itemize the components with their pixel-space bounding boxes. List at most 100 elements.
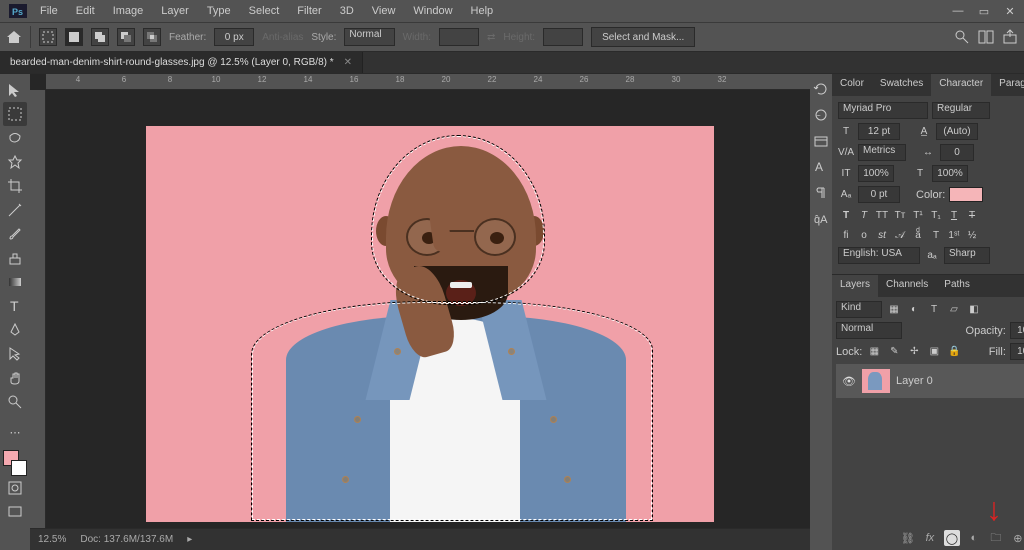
lock-artboard-icon[interactable]: ▣ xyxy=(926,344,942,360)
screenmode-tool[interactable] xyxy=(3,500,27,524)
share-icon[interactable] xyxy=(1002,29,1018,45)
quickmask-tool[interactable] xyxy=(3,476,27,500)
layer-thumbnail[interactable] xyxy=(862,369,890,393)
menu-type[interactable]: Type xyxy=(199,2,239,20)
font-family-select[interactable]: Myriad Pro xyxy=(838,102,928,119)
zoom-tool[interactable] xyxy=(3,390,27,414)
menu-image[interactable]: Image xyxy=(105,2,152,20)
allcaps-icon[interactable]: TT xyxy=(874,207,890,223)
search-icon[interactable] xyxy=(954,29,970,45)
selection-new-icon[interactable] xyxy=(65,28,83,46)
window-close-icon[interactable]: ✕ xyxy=(1002,5,1018,17)
menu-help[interactable]: Help xyxy=(463,2,502,20)
lock-trans-icon[interactable]: ▦ xyxy=(866,344,882,360)
ruler-vertical[interactable] xyxy=(30,90,46,528)
history-icon[interactable] xyxy=(810,78,832,100)
document-tab[interactable]: bearded-man-denim-shirt-round-glasses.jp… xyxy=(0,52,363,73)
font-size-input[interactable] xyxy=(858,123,900,140)
hscale-input[interactable] xyxy=(932,165,968,182)
mask-icon[interactable]: ◯ xyxy=(944,530,960,546)
crop-tool[interactable] xyxy=(3,174,27,198)
filter-smart-icon[interactable]: ◧ xyxy=(966,302,982,318)
selection-add-icon[interactable] xyxy=(91,28,109,46)
feather-input[interactable] xyxy=(214,28,254,46)
tab-layers[interactable]: Layers xyxy=(832,275,878,297)
filter-type-icon[interactable]: T xyxy=(926,302,942,318)
underline-icon[interactable]: T xyxy=(946,207,962,223)
menu-file[interactable]: File xyxy=(32,2,66,20)
smallcaps-icon[interactable]: Tᴛ xyxy=(892,207,908,223)
pen-tool[interactable] xyxy=(3,318,27,342)
language-select[interactable]: English: USA xyxy=(838,247,920,264)
tab-paths[interactable]: Paths xyxy=(936,275,978,297)
libraries-icon[interactable] xyxy=(810,130,832,152)
ordinals-icon[interactable]: aͩ xyxy=(910,227,926,243)
menu-select[interactable]: Select xyxy=(241,2,288,20)
group-icon[interactable]: 🗀 xyxy=(988,530,1004,546)
document-canvas[interactable] xyxy=(146,126,714,522)
stylistic-icon[interactable]: st xyxy=(874,227,890,243)
antialias-select[interactable]: Sharp xyxy=(944,247,990,264)
eyedropper-tool[interactable] xyxy=(3,198,27,222)
close-icon[interactable]: ✕ xyxy=(344,57,352,68)
visibility-icon[interactable]: 👁 xyxy=(836,375,862,388)
brush-tool[interactable] xyxy=(3,222,27,246)
style-select[interactable]: Normal xyxy=(344,28,394,46)
lasso-tool[interactable] xyxy=(3,126,27,150)
superscript-icon[interactable]: T¹ xyxy=(910,207,926,223)
ligature-icon[interactable]: fi xyxy=(838,227,854,243)
tab-swatches[interactable]: Swatches xyxy=(872,74,931,96)
workspace-icon[interactable] xyxy=(978,29,994,45)
link-icon[interactable]: ⛓ xyxy=(900,530,916,546)
kerning-select[interactable]: Metrics xyxy=(858,144,906,161)
ruler-horizontal[interactable]: 4 6 8 10 12 14 16 18 20 22 24 26 28 30 3… xyxy=(46,74,810,90)
new-layer-icon[interactable]: ⊕ xyxy=(1010,530,1024,546)
menu-edit[interactable]: Edit xyxy=(68,2,103,20)
blend-mode-select[interactable]: Normal xyxy=(836,322,902,339)
gradient-tool[interactable] xyxy=(3,270,27,294)
chevron-right-icon[interactable]: ▸ xyxy=(187,534,192,545)
adjustment-layer-icon[interactable]: ◐ xyxy=(966,530,982,546)
tab-channels[interactable]: Channels xyxy=(878,275,936,297)
menu-view[interactable]: View xyxy=(364,2,404,20)
layer-name[interactable]: Layer 0 xyxy=(896,375,933,387)
bold-icon[interactable]: T xyxy=(838,207,854,223)
tool-preset-icon[interactable] xyxy=(39,28,57,46)
quick-select-tool[interactable] xyxy=(3,150,27,174)
oldstyle-icon[interactable]: o xyxy=(856,227,872,243)
paragraph-icon[interactable] xyxy=(810,182,832,204)
layer-filter-select[interactable]: Kind xyxy=(836,301,882,318)
swash-icon[interactable]: 𝒜 xyxy=(892,227,908,243)
tab-color[interactable]: Color xyxy=(832,74,872,96)
styles-icon[interactable]: A xyxy=(810,156,832,178)
filter-shape-icon[interactable]: ▱ xyxy=(946,302,962,318)
window-restore-icon[interactable]: ▭ xyxy=(976,5,992,17)
lock-paint-icon[interactable]: ✎ xyxy=(886,344,902,360)
half-icon[interactable]: ½ xyxy=(964,227,980,243)
vscale-input[interactable] xyxy=(858,165,894,182)
tab-character[interactable]: Character xyxy=(931,74,991,96)
selection-subtract-icon[interactable] xyxy=(117,28,135,46)
font-style-select[interactable]: Regular xyxy=(932,102,990,119)
lock-all-icon[interactable]: 🔒 xyxy=(946,344,962,360)
adjustments-icon[interactable] xyxy=(810,104,832,126)
layer-row[interactable]: 👁 Layer 0 xyxy=(836,364,1024,398)
clone-tool[interactable] xyxy=(3,246,27,270)
hand-tool[interactable] xyxy=(3,366,27,390)
italic-icon[interactable]: T xyxy=(856,207,872,223)
menu-window[interactable]: Window xyxy=(405,2,460,20)
titling-icon[interactable]: T xyxy=(928,227,944,243)
filter-adjust-icon[interactable]: ◐ xyxy=(906,302,922,318)
path-select-tool[interactable] xyxy=(3,342,27,366)
fill-input[interactable] xyxy=(1010,343,1024,360)
selection-intersect-icon[interactable] xyxy=(143,28,161,46)
marquee-tool[interactable] xyxy=(3,102,27,126)
color-swatches[interactable] xyxy=(3,450,27,476)
menu-3d[interactable]: 3D xyxy=(332,2,362,20)
filter-pixel-icon[interactable]: ▦ xyxy=(886,302,902,318)
text-color-swatch[interactable] xyxy=(949,187,983,202)
opacity-input[interactable] xyxy=(1010,322,1024,339)
lock-pos-icon[interactable]: ✢ xyxy=(906,344,922,360)
glyphs-icon[interactable]: q̂A xyxy=(810,208,832,230)
zoom-level[interactable]: 12.5% xyxy=(38,534,66,545)
